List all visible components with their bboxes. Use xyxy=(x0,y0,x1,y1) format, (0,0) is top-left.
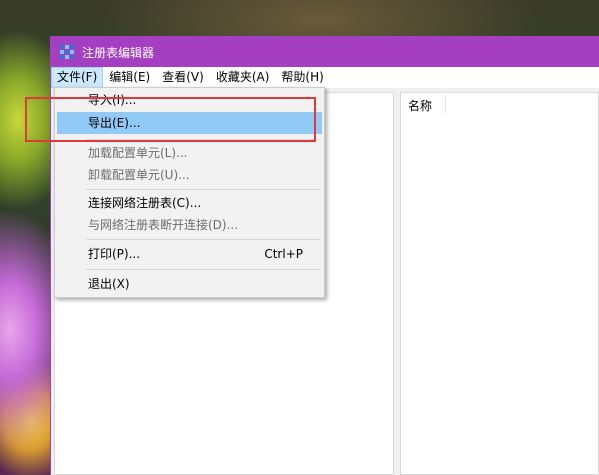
menu-help[interactable]: 帮助(H) xyxy=(275,67,329,88)
menu-item-disconnect-network-registry[interactable]: 与网络注册表断开连接(D)... xyxy=(57,214,322,236)
menu-item-print-label: 打印(P)... xyxy=(88,247,141,261)
registry-app-icon xyxy=(60,45,74,59)
menu-bar: 文件(F) 编辑(E) 查看(V) 收藏夹(A) 帮助(H) xyxy=(51,67,599,88)
menu-file[interactable]: 文件(F) xyxy=(51,67,104,88)
menu-separator xyxy=(86,189,320,190)
highlight-annotation-box xyxy=(25,97,316,142)
title-bar[interactable]: 注册表编辑器 xyxy=(51,37,599,67)
menu-separator xyxy=(86,239,320,240)
value-list-pane[interactable]: 名称 xyxy=(400,92,599,475)
menu-item-exit[interactable]: 退出(X) xyxy=(57,273,322,295)
column-divider[interactable] xyxy=(445,95,446,113)
menu-separator xyxy=(86,269,320,270)
menu-favorites[interactable]: 收藏夹(A) xyxy=(210,67,276,88)
menu-item-print[interactable]: 打印(P)... Ctrl+P xyxy=(57,243,322,265)
watermark-subtext: XITONGZHIJIA.NET xyxy=(488,459,544,466)
menu-edit[interactable]: 编辑(E) xyxy=(103,67,156,88)
column-header-name[interactable]: 名称 xyxy=(408,97,432,114)
window-title: 注册表编辑器 xyxy=(82,45,155,60)
menu-item-unload-hive[interactable]: 卸载配置单元(U)... xyxy=(57,164,322,186)
menu-item-connect-network-registry[interactable]: 连接网络注册表(C)... xyxy=(57,192,322,214)
watermark-logo-icon xyxy=(456,439,482,465)
menu-view[interactable]: 查看(V) xyxy=(156,67,210,88)
watermark: 系统之家 XITONGZHIJIA.NET xyxy=(456,436,596,468)
menu-item-load-hive[interactable]: 加载配置单元(L)... xyxy=(57,142,322,164)
print-shortcut: Ctrl+P xyxy=(264,247,303,261)
